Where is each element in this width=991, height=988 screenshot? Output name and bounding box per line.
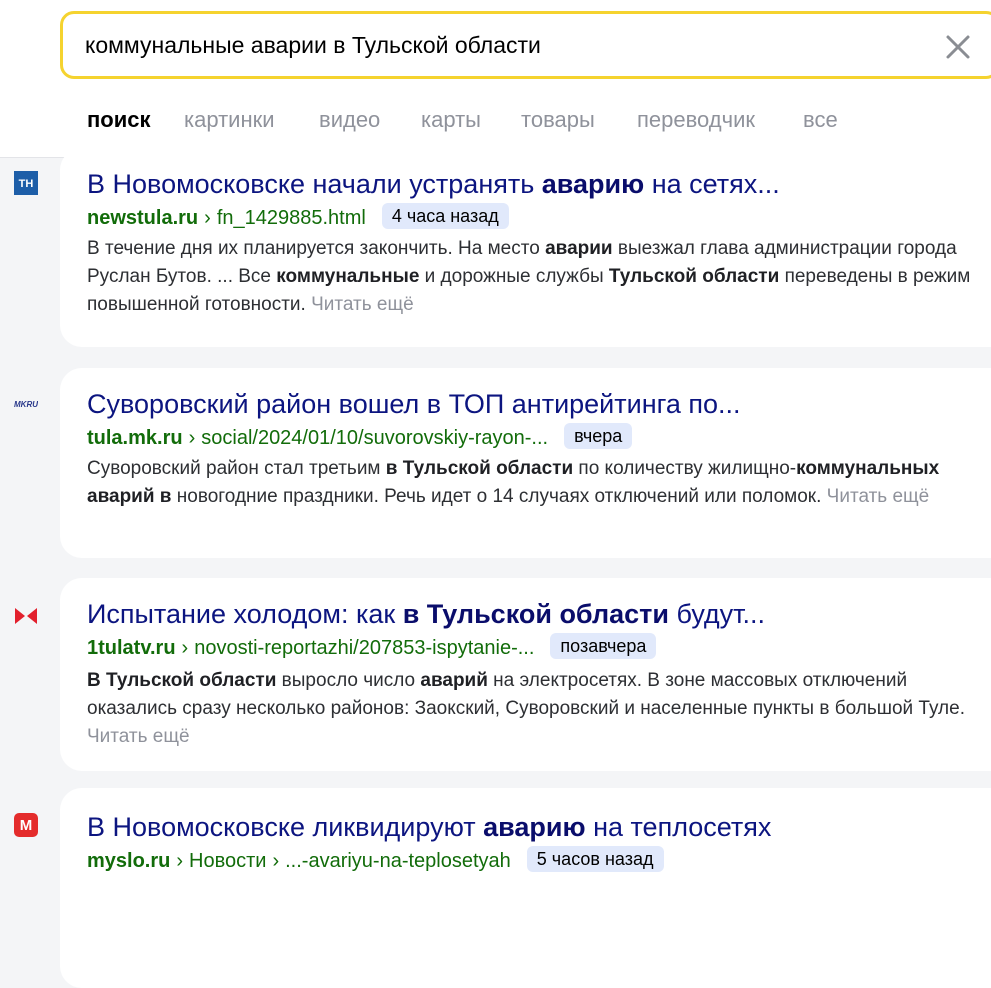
search-result: M В Новомосковске ликвидируют аварию на … — [14, 788, 991, 988]
title-fragment: на сетях... — [644, 169, 780, 199]
1tulatv-favicon-icon — [14, 604, 38, 628]
svg-text:ТН: ТН — [19, 178, 34, 190]
result-snippet: В течение дня их планируется закончить. … — [87, 235, 987, 319]
result-path[interactable]: social/2024/01/10/suvorovskiy-rayon-... — [201, 427, 548, 449]
svg-text:M: M — [20, 817, 33, 834]
tab-search[interactable]: поиск — [87, 106, 151, 134]
result-path[interactable]: Новости — [189, 850, 266, 872]
result-url: 1tulatv.ru › novosti-reportazhi/207853-isp… — [87, 633, 657, 662]
time-badge: позавчера — [550, 633, 657, 659]
snippet-fragment-highlight: Тульской области — [608, 266, 780, 287]
snippet-fragment: В течение дня их планируется закончить. … — [87, 238, 546, 259]
title-fragment: на теплосетях — [585, 812, 772, 842]
result-title[interactable]: Испытание холодом: как в Тульской област… — [87, 597, 765, 631]
result-domain[interactable]: newstula.ru — [87, 207, 198, 229]
time-badge: 4 часа назад — [381, 203, 509, 229]
search-header: поиск картинки видео карты товары перево… — [0, 0, 991, 158]
snippet-fragment-highlight: аварий — [420, 670, 488, 691]
read-more-link[interactable]: Читать ещё — [87, 726, 190, 747]
result-path[interactable]: fn_1429885.html — [217, 207, 366, 229]
snippet-fragment-highlight: в Тульской области — [385, 458, 574, 479]
snippet-fragment-highlight: В Тульской области — [87, 670, 277, 691]
tab-video[interactable]: видео — [319, 106, 380, 134]
title-fragment: В Новомосковске начали устранять — [87, 169, 542, 199]
result-domain[interactable]: tula.mk.ru — [87, 427, 183, 449]
title-fragment-highlight: в Тульской области — [402, 599, 669, 629]
tab-maps[interactable]: карты — [421, 106, 481, 134]
result-url: tula.mk.ru › social/2024/01/10/suvorovskiy… — [87, 423, 633, 452]
newstula-favicon-icon: ТН — [14, 171, 38, 195]
tab-goods[interactable]: товары — [521, 106, 595, 134]
result-title[interactable]: В Новомосковске начали устранять аварию … — [87, 167, 780, 201]
tab-all[interactable]: все — [803, 106, 838, 134]
result-path[interactable]: novosti-reportazhi/207853-ispytanie-... — [194, 637, 534, 659]
search-box[interactable] — [60, 11, 991, 79]
search-input[interactable] — [85, 14, 905, 76]
title-fragment: будут... — [668, 599, 766, 629]
result-snippet: В Тульской области выросло число аварий … — [87, 667, 987, 751]
result-url: myslo.ru › Новости › ...-avariyu-na-teploset… — [87, 846, 664, 875]
search-result: Испытание холодом: как в Тульской област… — [15, 578, 991, 771]
title-fragment-highlight: аварию — [483, 812, 586, 842]
snippet-fragment-highlight: аварии — [545, 238, 613, 259]
result-title[interactable]: В Новомосковске ликвидируют аварию на те… — [87, 810, 771, 844]
title-fragment: Испытание холодом: как — [87, 599, 403, 629]
title-fragment: В Новомосковске ликвидируют — [87, 812, 484, 842]
tab-translator[interactable]: переводчик — [637, 106, 755, 134]
time-badge: 5 часов назад — [526, 846, 664, 872]
snippet-fragment: новогодние праздники. Речь идет о 14 слу… — [171, 486, 827, 507]
svg-text:MKRU: MKRU — [14, 400, 38, 409]
tab-images[interactable]: картинки — [184, 106, 275, 134]
mk-favicon-icon: MKRU — [14, 392, 38, 416]
snippet-fragment: и дорожные службы — [419, 266, 609, 287]
clear-search-button[interactable] — [943, 32, 973, 62]
read-more-link[interactable]: Читать ещё — [311, 294, 414, 315]
close-icon — [946, 35, 970, 59]
search-result: ТН В Новомосковске начали устранять авар… — [14, 148, 991, 347]
myslo-favicon-icon: M — [14, 813, 38, 837]
read-more-link[interactable]: Читать ещё — [827, 486, 930, 507]
title-fragment: Суворовский район вошел в ТОП антирейтин… — [87, 389, 741, 419]
result-domain[interactable]: myslo.ru — [87, 850, 170, 872]
snippet-fragment: выросло число — [276, 670, 421, 691]
result-title[interactable]: Суворовский район вошел в ТОП антирейтин… — [87, 387, 741, 421]
result-snippet: Суворовский район стал третьим в Тульско… — [87, 455, 987, 511]
result-path[interactable]: ...-avariyu-na-teplosetyah — [285, 850, 511, 872]
title-fragment-highlight: аварию — [541, 169, 645, 199]
result-url: newstula.ru › fn_1429885.html 4 часа назад — [87, 203, 509, 232]
snippet-fragment: Суворовский район стал третьим — [87, 458, 386, 479]
search-result: MKRU Суворовский район вошел в ТОП антир… — [14, 368, 991, 558]
time-badge: вчера — [564, 423, 633, 449]
snippet-fragment: по количеству жилищно- — [573, 458, 797, 479]
result-domain[interactable]: 1tulatv.ru — [87, 637, 176, 659]
snippet-fragment-highlight: коммунальные — [276, 266, 420, 287]
